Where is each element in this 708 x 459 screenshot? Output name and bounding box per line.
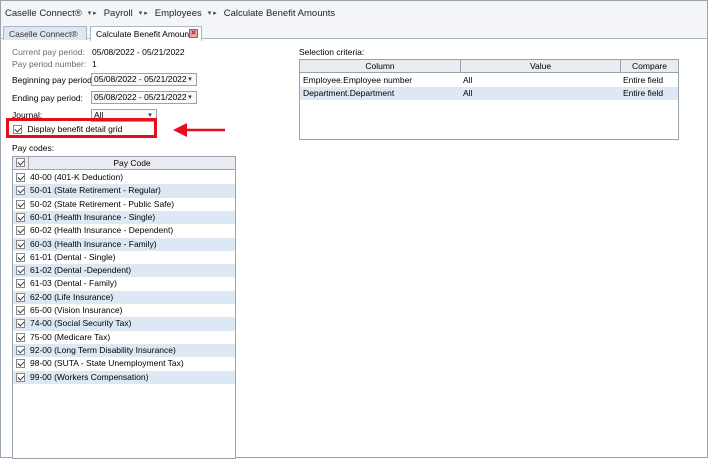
pay-code-checkbox[interactable] — [16, 345, 25, 355]
ending-period-select[interactable]: 05/08/2022 - 05/21/2022 ▾ — [91, 91, 197, 104]
pay-code-label: 61-02 (Dental -Dependent) — [30, 265, 132, 276]
pay-code-label: 50-01 (State Retirement - Regular) — [30, 185, 161, 196]
pay-code-checkbox[interactable] — [16, 372, 25, 382]
column-header-compare[interactable]: Compare — [620, 60, 678, 72]
list-item[interactable]: 61-01 (Dental - Single) — [13, 251, 235, 264]
pay-code-checkbox[interactable] — [16, 359, 25, 369]
pay-code-label: 62-00 (Life Insurance) — [30, 291, 114, 302]
pay-code-checkbox[interactable] — [16, 319, 25, 329]
list-item[interactable]: 61-02 (Dental -Dependent) — [13, 264, 235, 278]
pay-code-label: 61-03 (Dental - Family) — [30, 278, 117, 289]
pay-code-checkbox[interactable] — [16, 292, 25, 302]
pay-codes-grid: Pay Code 40-00 (401-K Deduction) 50-01 (S… — [12, 156, 236, 459]
pay-code-label: 60-03 (Health Insurance - Family) — [30, 238, 157, 249]
window: Caselle Connect® ▾ ▸ Payroll ▾ ▸ Employe… — [0, 0, 708, 459]
pay-code-column-header[interactable]: Pay Code — [28, 157, 235, 169]
list-item[interactable]: 74-00 (Social Security Tax) — [13, 317, 235, 331]
breadcrumb-item-home[interactable]: Caselle Connect® — [5, 8, 82, 19]
arrow-left-icon — [173, 123, 225, 137]
pay-code-label: 92-00 (Long Term Disability Insurance) — [30, 344, 176, 355]
chevron-down-icon: ▾ — [188, 76, 192, 83]
list-item[interactable]: 99-00 (Workers Compensation) — [13, 370, 235, 384]
pay-code-checkbox[interactable] — [16, 199, 25, 209]
pay-code-checkbox[interactable] — [16, 306, 25, 315]
highlight-box — [6, 118, 157, 138]
close-icon[interactable]: ✕ — [189, 29, 198, 38]
selection-criteria-grid: Column Value Compare Employee.Employee n… — [299, 59, 679, 140]
table-row[interactable]: Department.Department All Entire field — [300, 87, 678, 100]
beginning-period-select[interactable]: 05/08/2022 - 05/21/2022 ▾ — [91, 73, 197, 86]
cell-value: All — [463, 88, 473, 98]
list-item[interactable]: 60-01 (Health Insurance - Single) — [13, 210, 235, 225]
pay-code-label: 61-01 (Dental - Single) — [30, 251, 116, 262]
list-item[interactable]: 40-00 (401-K Deduction) — [13, 171, 235, 184]
pay-code-label: 60-02 (Health Insurance - Dependent) — [30, 225, 174, 236]
pay-code-label: 60-01 (Health Insurance - Single) — [30, 211, 156, 222]
pay-code-label: 75-00 (Medicare Tax) — [30, 331, 111, 342]
list-item[interactable]: 92-00 (Long Term Disability Insurance) — [13, 343, 235, 358]
list-item[interactable]: 60-02 (Health Insurance - Dependent) — [13, 224, 235, 237]
chevron-down-icon[interactable]: ▾ ▸ — [139, 9, 148, 17]
pay-code-checkbox[interactable] — [16, 186, 25, 196]
pay-code-label: 98-00 (SUTA - State Unemployment Tax) — [30, 358, 184, 369]
chevron-down-icon[interactable]: ▾ ▸ — [88, 9, 97, 17]
breadcrumb-item-payroll[interactable]: Payroll — [104, 8, 133, 19]
cell-column: Department.Department — [303, 88, 395, 98]
tab-label: Caselle Connect® — [9, 28, 78, 39]
selection-criteria-label: Selection criteria: — [299, 47, 365, 57]
pay-code-checkbox[interactable] — [16, 239, 25, 249]
cell-compare: Entire field — [623, 75, 664, 85]
table-row[interactable]: Employee.Employee number All Entire fiel… — [300, 74, 678, 87]
pay-code-checkbox[interactable] — [16, 332, 25, 342]
breadcrumb-item-current: Calculate Benefit Amounts — [223, 7, 336, 19]
pay-code-checkbox[interactable] — [16, 212, 25, 222]
list-item[interactable]: 60-03 (Health Insurance - Family) — [13, 237, 235, 251]
list-item[interactable]: 65-00 (Vision Insurance) — [13, 304, 235, 317]
tab-label: Calculate Benefit Amounts — [96, 29, 196, 39]
current-period-value: 05/08/2022 - 05/21/2022 — [92, 47, 185, 57]
ending-period-value: 05/08/2022 - 05/21/2022 — [94, 92, 187, 102]
pay-code-checkbox[interactable] — [16, 279, 25, 289]
period-number-label: Pay period number: — [12, 59, 87, 69]
chevron-down-icon[interactable]: ▾ ▸ — [208, 9, 217, 17]
pay-code-label: 99-00 (Workers Compensation) — [30, 371, 149, 382]
column-header-column[interactable]: Column — [300, 60, 460, 72]
tab-caselle-connect[interactable]: Caselle Connect® — [3, 26, 87, 40]
beginning-period-value: 05/08/2022 - 05/21/2022 — [94, 74, 187, 84]
pay-code-label: 65-00 (Vision Insurance) — [30, 305, 123, 315]
pay-codes-header: Pay Code — [13, 157, 235, 170]
cell-compare: Entire field — [623, 88, 664, 98]
breadcrumb: Caselle Connect® ▾ ▸ Payroll ▾ ▸ Employe… — [1, 1, 707, 25]
current-period-label: Current pay period: — [12, 47, 85, 57]
beginning-period-label: Beginning pay period: — [12, 75, 95, 85]
pay-code-checkbox[interactable] — [16, 226, 25, 236]
pay-code-checkbox[interactable] — [16, 173, 25, 182]
cell-value: All — [463, 75, 473, 85]
selection-header: Column Value Compare — [300, 60, 678, 73]
pay-code-label: 40-00 (401-K Deduction) — [30, 172, 124, 182]
list-item[interactable]: 50-01 (State Retirement - Regular) — [13, 184, 235, 198]
list-item[interactable]: 50-02 (State Retirement - Public Safe) — [13, 198, 235, 211]
tab-bar: Caselle Connect® Calculate Benefit Amoun… — [1, 25, 707, 41]
period-number-value: 1 — [92, 59, 97, 69]
list-item[interactable]: 61-03 (Dental - Family) — [13, 277, 235, 290]
ending-period-label: Ending pay period: — [12, 93, 83, 103]
pay-code-checkbox[interactable] — [16, 252, 25, 262]
tab-calculate-benefit-amounts[interactable]: Calculate Benefit Amounts ✕ — [90, 26, 202, 41]
pay-codes-label: Pay codes: — [12, 143, 55, 153]
list-item[interactable]: 98-00 (SUTA - State Unemployment Tax) — [13, 357, 235, 370]
list-item[interactable]: 75-00 (Medicare Tax) — [13, 331, 235, 344]
breadcrumb-item-employees[interactable]: Employees — [155, 8, 202, 19]
pay-code-label: 74-00 (Social Security Tax) — [30, 318, 132, 329]
chevron-down-icon: ▾ — [188, 94, 192, 101]
select-all-checkbox[interactable] — [16, 158, 25, 167]
list-item[interactable]: 62-00 (Life Insurance) — [13, 290, 235, 304]
cell-column: Employee.Employee number — [303, 75, 413, 85]
column-header-value[interactable]: Value — [460, 60, 620, 72]
pay-code-checkbox[interactable] — [16, 266, 25, 276]
pay-code-label: 50-02 (State Retirement - Public Safe) — [30, 198, 175, 209]
